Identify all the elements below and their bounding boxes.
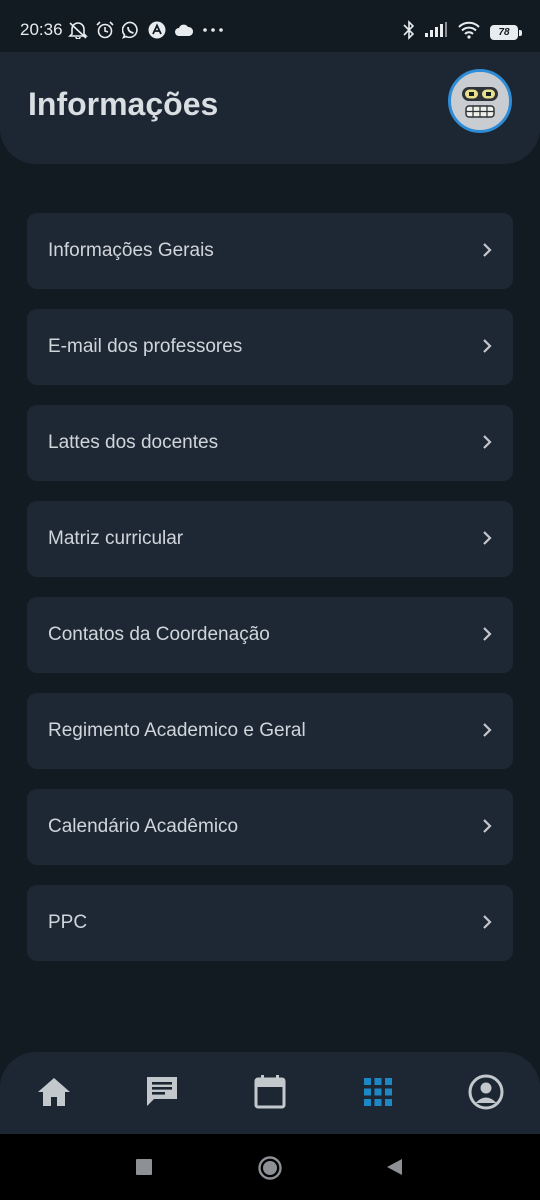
whatsapp-icon (122, 21, 140, 39)
home-icon (36, 1075, 72, 1114)
battery-icon: 78 (490, 25, 522, 40)
profile-avatar[interactable] (448, 69, 512, 133)
chevron-right-icon (481, 721, 493, 744)
menu-item-label: Matriz curricular (48, 528, 184, 549)
menu-list: Informações Gerais E-mail dos professore… (27, 213, 513, 981)
status-time: 20:36 (20, 20, 63, 39)
menu-item-label: PPC (48, 912, 88, 933)
nav-chat-button[interactable] (142, 1074, 182, 1114)
chevron-right-icon (481, 913, 493, 936)
recent-apps-icon[interactable] (135, 1158, 153, 1181)
menu-item-label: Informações Gerais (48, 240, 214, 261)
chevron-right-icon (481, 817, 493, 840)
wifi-icon (457, 21, 481, 44)
app-icon (148, 21, 166, 39)
calendar-icon (253, 1074, 287, 1115)
system-nav-bar (0, 1134, 540, 1200)
status-right-icons: 78 (403, 20, 522, 45)
nav-home-button[interactable] (34, 1074, 74, 1114)
menu-item-calendario-academico[interactable]: Calendário Acadêmico (27, 789, 513, 865)
more-icon (202, 27, 224, 33)
back-icon[interactable] (384, 1157, 404, 1182)
screen: 20:36 78 Informações Informações Gerais … (0, 0, 540, 1200)
menu-item-informacoes-gerais[interactable]: Informações Gerais (27, 213, 513, 289)
menu-item-regimento[interactable]: Regimento Academico e Geral (27, 693, 513, 769)
nav-profile-button[interactable] (466, 1074, 506, 1114)
chevron-right-icon (481, 337, 493, 360)
bluetooth-icon (403, 20, 415, 45)
chevron-right-icon (481, 433, 493, 456)
robot-avatar-icon (452, 72, 508, 130)
page-title: Informações (28, 86, 219, 122)
cloud-icon (174, 23, 194, 37)
battery-level: 78 (498, 27, 510, 38)
menu-item-label: Lattes dos docentes (48, 432, 219, 453)
nav-grid-button[interactable] (358, 1074, 398, 1114)
grid-icon (362, 1076, 394, 1113)
status-bar: 20:36 78 (0, 0, 540, 52)
chat-icon (144, 1074, 180, 1115)
menu-item-ppc[interactable]: PPC (27, 885, 513, 961)
menu-item-matriz-curricular[interactable]: Matriz curricular (27, 501, 513, 577)
signal-icon (424, 22, 448, 43)
notifications-off-icon (68, 21, 88, 39)
menu-item-label: Calendário Acadêmico (48, 816, 239, 837)
menu-item-email-professores[interactable]: E-mail dos professores (27, 309, 513, 385)
chevron-right-icon (481, 625, 493, 648)
home-system-icon[interactable] (257, 1155, 283, 1186)
alarm-icon (96, 21, 114, 39)
bottom-nav (0, 1052, 540, 1136)
menu-item-contatos-coordenacao[interactable]: Contatos da Coordenação (27, 597, 513, 673)
status-left-icons (68, 21, 224, 39)
menu-item-label: Contatos da Coordenação (48, 624, 270, 645)
header: Informações (0, 52, 540, 164)
menu-item-lattes-docentes[interactable]: Lattes dos docentes (27, 405, 513, 481)
menu-item-label: E-mail dos professores (48, 336, 243, 357)
chevron-right-icon (481, 241, 493, 264)
profile-icon (467, 1073, 505, 1116)
chevron-right-icon (481, 529, 493, 552)
nav-calendar-button[interactable] (250, 1074, 290, 1114)
menu-item-label: Regimento Academico e Geral (48, 720, 306, 741)
